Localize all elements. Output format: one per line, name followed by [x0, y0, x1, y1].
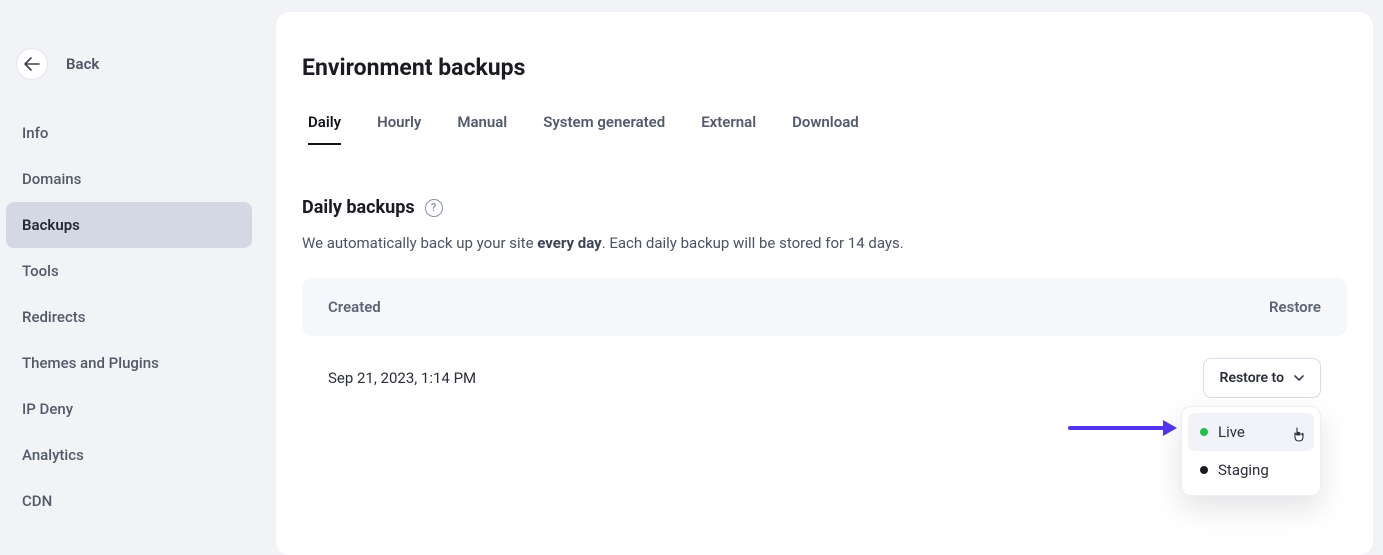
- dropdown-item-live[interactable]: Live: [1188, 413, 1314, 451]
- tab-hourly[interactable]: Hourly: [377, 113, 421, 145]
- dropdown-item-label: Live: [1218, 423, 1245, 441]
- tab-manual[interactable]: Manual: [457, 113, 507, 145]
- dropdown-item-label: Staging: [1218, 461, 1269, 479]
- back-label: Back: [66, 55, 99, 73]
- sidebar-item-domains[interactable]: Domains: [6, 156, 252, 202]
- backup-created-date: Sep 21, 2023, 1:14 PM: [328, 369, 476, 387]
- restore-to-button[interactable]: Restore to: [1203, 358, 1321, 398]
- restore-dropdown: Live Staging: [1181, 406, 1321, 496]
- sidebar-nav: Info Domains Backups Tools Redirects The…: [6, 110, 252, 524]
- sidebar-item-cdn[interactable]: CDN: [6, 478, 252, 524]
- tab-external[interactable]: External: [701, 113, 756, 145]
- dropdown-item-staging[interactable]: Staging: [1188, 451, 1314, 489]
- annotation-arrow: [1068, 420, 1177, 436]
- table-header-created: Created: [328, 298, 381, 316]
- table-row: Sep 21, 2023, 1:14 PM Restore to Live: [302, 336, 1347, 398]
- section-heading: Daily backups ?: [302, 197, 1347, 218]
- sidebar-item-themes-plugins[interactable]: Themes and Plugins: [6, 340, 252, 386]
- section-heading-text: Daily backups: [302, 197, 415, 218]
- restore-to-label: Restore to: [1220, 370, 1284, 386]
- backups-table: Created Restore Sep 21, 2023, 1:14 PM Re…: [302, 278, 1347, 398]
- sidebar-item-tools[interactable]: Tools: [6, 248, 252, 294]
- section-description: We automatically back up your site every…: [302, 234, 1347, 252]
- tab-download[interactable]: Download: [792, 113, 859, 145]
- sidebar-item-redirects[interactable]: Redirects: [6, 294, 252, 340]
- cursor-pointer-icon: [1292, 427, 1306, 443]
- sidebar-item-analytics[interactable]: Analytics: [6, 432, 252, 478]
- status-dot-icon: [1200, 466, 1208, 474]
- tab-system-generated[interactable]: System generated: [543, 113, 665, 145]
- sidebar-item-info[interactable]: Info: [6, 110, 252, 156]
- tab-daily[interactable]: Daily: [308, 113, 341, 145]
- page-title: Environment backups: [302, 54, 1347, 81]
- table-header-restore: Restore: [1269, 298, 1321, 316]
- tabs: Daily Hourly Manual System generated Ext…: [302, 113, 1347, 145]
- main-panel: Environment backups Daily Hourly Manual …: [276, 12, 1373, 555]
- help-icon[interactable]: ?: [425, 199, 443, 217]
- status-dot-icon: [1200, 428, 1208, 436]
- back-arrow-icon: [16, 48, 48, 80]
- sidebar: Back Info Domains Backups Tools Redirect…: [0, 0, 258, 555]
- table-header-row: Created Restore: [302, 278, 1347, 336]
- chevron-down-icon: [1294, 375, 1304, 381]
- sidebar-item-backups[interactable]: Backups: [6, 202, 252, 248]
- sidebar-item-ip-deny[interactable]: IP Deny: [6, 386, 252, 432]
- back-button[interactable]: Back: [6, 48, 252, 110]
